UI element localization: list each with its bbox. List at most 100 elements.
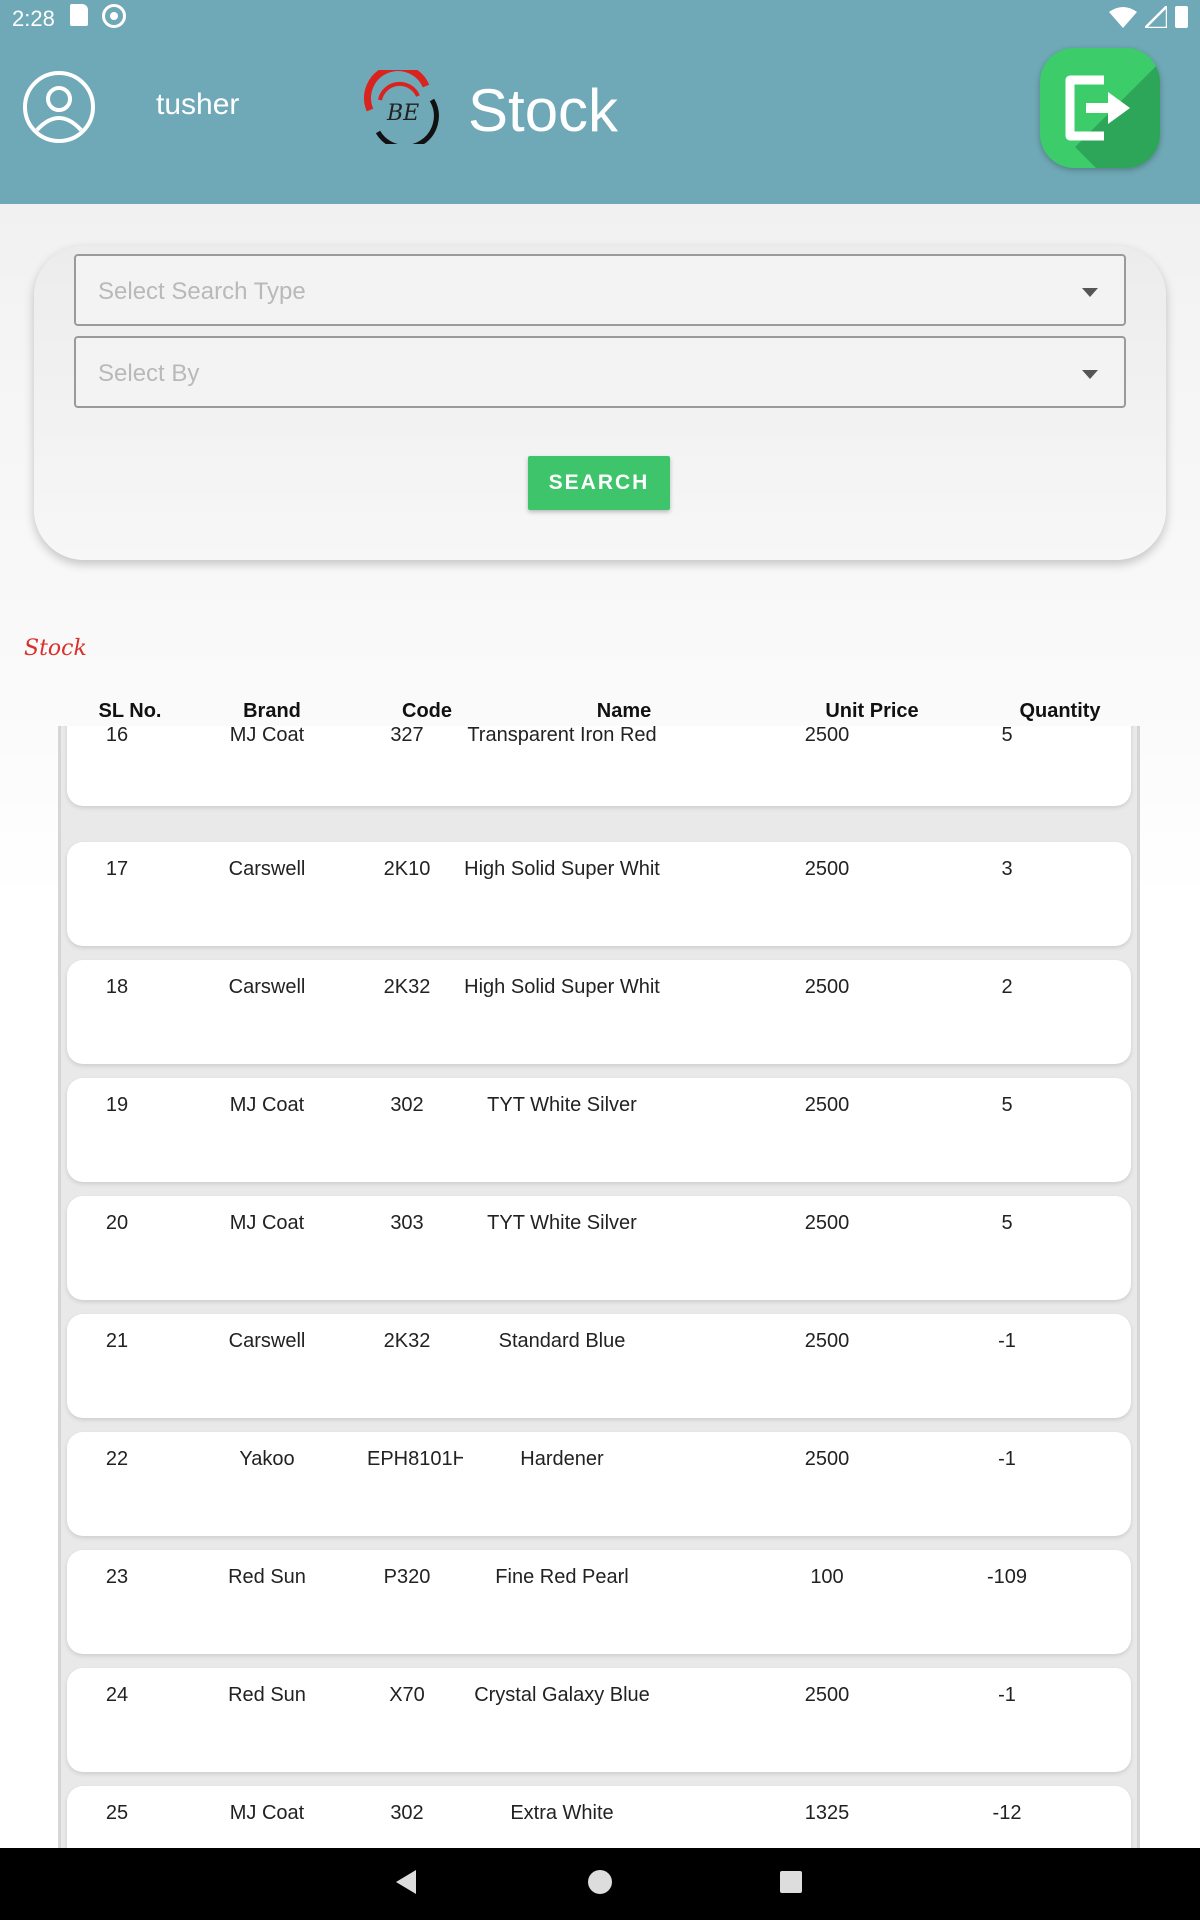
search-button[interactable]: SEARCH [528, 456, 670, 510]
cell-code: EPH8101H [367, 1448, 463, 1470]
signal-icon [1145, 6, 1167, 28]
cell-brand: Red Sun [228, 1566, 306, 1588]
cell-name: Extra White [510, 1802, 614, 1824]
cell-unit-price: 2500 [804, 976, 850, 998]
stock-screen: 2:28 tusher BE Stock Select Search Type … [0, 0, 1200, 1920]
cell-name: Hardener [520, 1448, 604, 1470]
section-label: Stock [24, 636, 87, 661]
search-type-select[interactable]: Select Search Type [74, 254, 1126, 326]
brand-logo: BE [364, 70, 439, 144]
cell-code: 303 [390, 1212, 424, 1234]
column-header: Name [596, 700, 652, 722]
cell-name: TYT White Silver [487, 1212, 637, 1234]
cell-sl-no: 24 [105, 1684, 129, 1706]
logout-button[interactable] [1040, 48, 1160, 168]
cell-brand: Carswell [228, 976, 306, 998]
cell-quantity: 2 [1001, 976, 1013, 998]
cell-brand: MJ Coat [229, 1212, 305, 1234]
cell-unit-price: 2500 [804, 1094, 850, 1116]
table-row[interactable]: 21 Carswell 2K32 Standard Blue 2500 -1 [67, 1314, 1131, 1418]
cell-quantity: -1 [998, 1330, 1016, 1352]
cell-brand: Red Sun [228, 1684, 306, 1706]
logout-arrow-icon [1065, 75, 1130, 141]
cell-name: Standard Blue [498, 1330, 626, 1352]
cell-code: 302 [390, 1802, 424, 1824]
cell-quantity: 5 [1001, 1094, 1013, 1116]
cell-code: 2K10 [383, 858, 431, 880]
table-row[interactable]: 22 Yakoo EPH8101H Hardener 2500 -1 [67, 1432, 1131, 1536]
home-circle-icon[interactable] [588, 1870, 612, 1894]
caret-down-icon [1082, 370, 1098, 379]
cell-quantity: -12 [992, 1802, 1022, 1824]
select-by-select[interactable]: Select By [74, 336, 1126, 408]
column-header: Brand [243, 700, 301, 722]
table-row[interactable]: 23 Red Sun P320 Fine Red Pearl 100 -109 [67, 1550, 1131, 1654]
cell-name: TYT White Silver [487, 1094, 637, 1116]
cell-quantity: -109 [986, 1566, 1028, 1588]
page-title: Stock [468, 77, 619, 144]
cell-unit-price: 2500 [804, 1330, 850, 1352]
column-header: Code [402, 700, 452, 722]
logo-text: BE [386, 101, 419, 126]
search-type-placeholder: Select Search Type [98, 278, 306, 305]
table-row[interactable]: 18 Carswell 2K32 High Solid Super Whit 2… [67, 960, 1131, 1064]
cell-unit-price: 2500 [804, 1212, 850, 1234]
username: tusher [156, 88, 240, 121]
search-card: Select Search Type Select By SEARCH [34, 246, 1166, 560]
cell-name: High Solid Super Whit [464, 976, 660, 998]
table-row[interactable]: 19 MJ Coat 302 TYT White Silver 2500 5 [67, 1078, 1131, 1182]
cell-brand: MJ Coat [229, 726, 305, 746]
cell-quantity: 5 [1001, 726, 1013, 746]
cell-name: High Solid Super Whit [464, 858, 660, 880]
cell-sl-no: 20 [105, 1212, 129, 1234]
cell-sl-no: 16 [105, 726, 129, 746]
user-circle-icon[interactable] [22, 70, 96, 144]
table-row[interactable]: 24 Red Sun X70 Crystal Galaxy Blue 2500 … [67, 1668, 1131, 1772]
cell-sl-no: 18 [105, 976, 129, 998]
cell-brand: Yakoo [239, 1448, 295, 1470]
column-header: Quantity [1019, 700, 1101, 722]
cell-quantity: -1 [998, 1684, 1016, 1706]
system-nav-bar [0, 1848, 1200, 1920]
cell-sl-no: 21 [105, 1330, 129, 1352]
table-row[interactable]: 17 Carswell 2K10 High Solid Super Whit 2… [67, 842, 1131, 946]
cell-unit-price: 2500 [804, 1684, 850, 1706]
table-row[interactable]: 20 MJ Coat 303 TYT White Silver 2500 5 [67, 1196, 1131, 1300]
column-header: SL No. [98, 700, 162, 722]
status-right-icons [1109, 6, 1188, 28]
cell-sl-no: 17 [105, 858, 129, 880]
cell-code: X70 [389, 1684, 425, 1706]
status-left-icons [70, 4, 126, 28]
cell-unit-price: 1325 [804, 1802, 850, 1824]
cell-brand: MJ Coat [229, 1094, 305, 1116]
cell-brand: MJ Coat [229, 1802, 305, 1824]
cell-name: Crystal Galaxy Blue [474, 1684, 650, 1706]
cell-name: Transparent Iron Red [467, 726, 657, 746]
cell-brand: Carswell [228, 1330, 306, 1352]
cell-quantity: 5 [1001, 1212, 1013, 1234]
cell-sl-no: 22 [105, 1448, 129, 1470]
cell-unit-price: 2500 [804, 858, 850, 880]
table-row[interactable]: 16 MJ Coat 327 Transparent Iron Red 2500… [67, 726, 1131, 806]
cell-sl-no: 23 [105, 1566, 129, 1588]
back-triangle-icon[interactable] [396, 1870, 416, 1894]
caret-down-icon [1082, 288, 1098, 297]
cell-sl-no: 19 [105, 1094, 129, 1116]
cell-code: 2K32 [383, 1330, 431, 1352]
cell-quantity: -1 [998, 1448, 1016, 1470]
cell-unit-price: 2500 [804, 726, 850, 746]
select-by-placeholder: Select By [98, 360, 200, 387]
cell-unit-price: 100 [810, 1566, 844, 1588]
cell-quantity: 3 [1001, 858, 1013, 880]
column-header: Unit Price [825, 700, 919, 722]
recents-square-icon[interactable] [780, 1871, 802, 1893]
table-body[interactable]: 16 MJ Coat 327 Transparent Iron Red 2500… [58, 726, 1140, 1848]
table-row[interactable]: 25 MJ Coat 302 Extra White 1325 -12 [67, 1786, 1131, 1848]
sync-icon [102, 4, 126, 28]
battery-icon [1175, 6, 1188, 28]
cell-code: 2K32 [383, 976, 431, 998]
wifi-icon [1109, 7, 1137, 28]
cell-sl-no: 25 [105, 1802, 129, 1824]
cell-code: P320 [383, 1566, 431, 1588]
cell-unit-price: 2500 [804, 1448, 850, 1470]
